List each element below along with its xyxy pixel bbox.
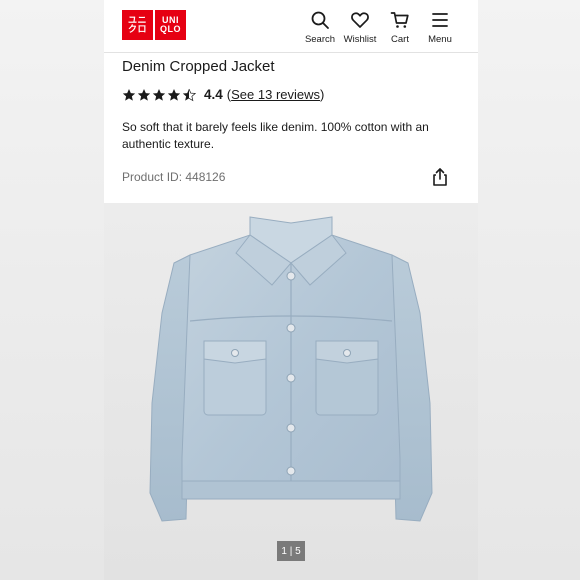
menu-button[interactable]: Menu [420,10,460,45]
rating-value: 4.4 [204,87,223,102]
star-half-icon [182,88,196,101]
reviews-paren-close: ) [320,87,325,102]
cart-button[interactable]: Cart [380,10,420,45]
search-button[interactable]: Search [300,10,340,45]
site-header: ユニクロ UNIQLO Search Wishlist Cart Menu [104,0,478,53]
uniqlo-logo[interactable]: ユニクロ UNIQLO [122,10,186,40]
page-background-left [0,0,104,580]
logo-latin-block: UNIQLO [155,10,186,40]
product-image-gallery[interactable]: 1 | 5 [104,203,478,580]
star-full-icon [152,88,166,101]
header-nav: Search Wishlist Cart Menu [300,10,460,45]
page-background-right [478,0,580,580]
star-full-icon [137,88,151,101]
product-rating: 4.4 (See 13 reviews) [122,87,324,102]
logo-katakana-text: ユニクロ [127,15,147,34]
menu-label: Menu [428,34,452,45]
heart-icon [351,12,369,28]
share-icon[interactable] [430,167,450,187]
logo-latin-text: UNIQLO [160,15,181,34]
wishlist-button[interactable]: Wishlist [340,10,380,45]
wishlist-label: Wishlist [343,34,377,45]
product-id: Product ID: 448126 [122,170,226,184]
hamburger-icon [432,13,448,27]
logo-katakana-block: ユニクロ [122,10,153,40]
see-reviews-link[interactable]: See 13 reviews [231,87,320,102]
product-page: ユニクロ UNIQLO Search Wishlist Cart Menu De… [104,0,478,580]
star-full-icon [122,88,136,101]
product-description: So soft that it barely feels like denim.… [122,120,429,151]
cart-icon [390,12,409,28]
search-label: Search [304,34,336,45]
gallery-pager: 1 | 5 [277,541,305,561]
cart-label: Cart [391,34,409,45]
search-icon [311,11,329,29]
product-title: Denim Cropped Jacket [122,58,275,75]
star-full-icon [167,88,181,101]
denim-jacket-image [104,203,478,580]
star-rating [122,88,196,102]
